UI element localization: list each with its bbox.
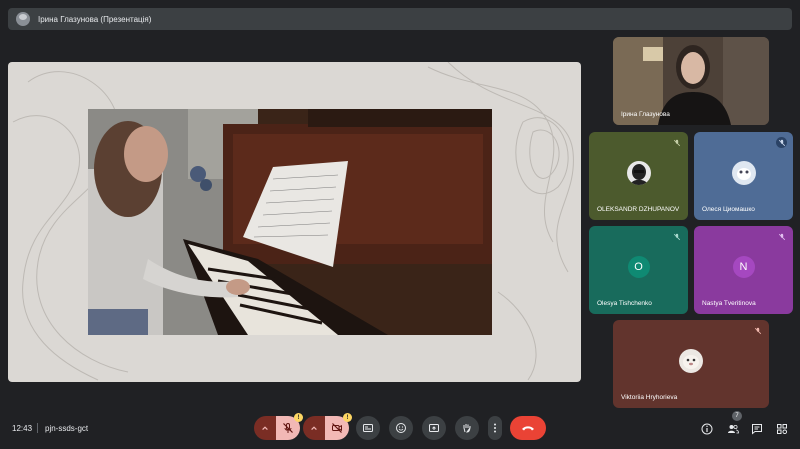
camera-toggle-button[interactable]: ! (325, 413, 352, 440)
presenter-bar: Ірина Глазунова (Презентація) (8, 8, 792, 30)
mic-off-icon (671, 231, 682, 242)
raise-hand-icon (463, 424, 471, 433)
meeting-info-button[interactable] (700, 422, 714, 436)
shared-presentation (8, 62, 581, 382)
mic-options-button[interactable] (254, 416, 276, 440)
mic-off-icon (671, 137, 682, 148)
avatar: N (732, 256, 755, 278)
participant-name: Nastya Tveritinova (702, 300, 756, 307)
divider (37, 423, 38, 433)
present-button[interactable] (422, 416, 446, 440)
participant-name: Олеся Циомашко (702, 206, 755, 213)
mic-off-icon (283, 423, 293, 433)
participant-tile-olesya-tishchenko[interactable]: O Olesya Tishchenko (589, 226, 688, 314)
chevron-up-icon (311, 426, 317, 431)
captions-icon (363, 424, 373, 432)
camera-options-button[interactable] (303, 416, 325, 440)
meeting-time: 12:43 (12, 424, 33, 433)
participant-tile-viktoriia[interactable]: Viktoriia Hryhorieva (613, 320, 769, 408)
warning-icon: ! (294, 413, 303, 422)
camera-off-icon (332, 423, 342, 433)
avatar (626, 161, 651, 185)
avatar: O (627, 256, 650, 278)
meeting-code: pjn-ssds-gct (45, 424, 89, 433)
more-vert-icon (494, 423, 496, 433)
captions-button[interactable] (356, 416, 380, 440)
piano-photo (88, 109, 492, 335)
presenter-title: Ірина Глазунова (Презентація) (38, 14, 152, 24)
chevron-up-icon (262, 426, 268, 431)
raise-hand-button[interactable] (455, 416, 479, 440)
chat-button[interactable] (750, 422, 764, 436)
avatar (679, 349, 703, 373)
mic-toggle-button[interactable]: ! (276, 413, 303, 440)
mic-off-icon (776, 231, 787, 242)
call-control-bar: 12:43 pjn-ssds-gct ! ! 7 (0, 410, 800, 449)
mic-off-icon (752, 325, 763, 336)
activities-button[interactable] (775, 422, 789, 436)
people-icon (728, 425, 739, 434)
participant-name: OLEKSANDR DZHUPANOV (597, 206, 680, 213)
end-call-icon (522, 426, 534, 431)
presenter-avatar (16, 12, 30, 26)
participant-name: Ірина Глазунова (621, 111, 670, 118)
more-options-button[interactable] (488, 416, 502, 440)
activities-icon (777, 424, 788, 435)
participant-count-badge: 7 (732, 411, 742, 421)
participant-name: Olesya Tishchenko (597, 300, 652, 307)
avatar (731, 161, 756, 185)
end-call-button[interactable] (510, 416, 546, 440)
participant-name: Viktoriia Hryhorieva (621, 394, 678, 401)
present-icon (429, 424, 439, 432)
participant-tile-nastya[interactable]: N Nastya Tveritinova (694, 226, 793, 314)
participants-button[interactable] (726, 422, 740, 436)
participant-tile-olesia-tsiomashko[interactable]: Олеся Циомашко (694, 132, 793, 220)
info-icon (701, 423, 713, 435)
mic-off-icon (776, 137, 787, 148)
participant-tile-iryna[interactable]: Ірина Глазунова (613, 37, 769, 125)
emoji-icon (396, 423, 406, 433)
emoji-button[interactable] (389, 416, 413, 440)
warning-icon: ! (343, 413, 352, 422)
chat-icon (752, 424, 762, 435)
participant-tile-oleksandr[interactable]: OLEKSANDR DZHUPANOV (589, 132, 688, 220)
